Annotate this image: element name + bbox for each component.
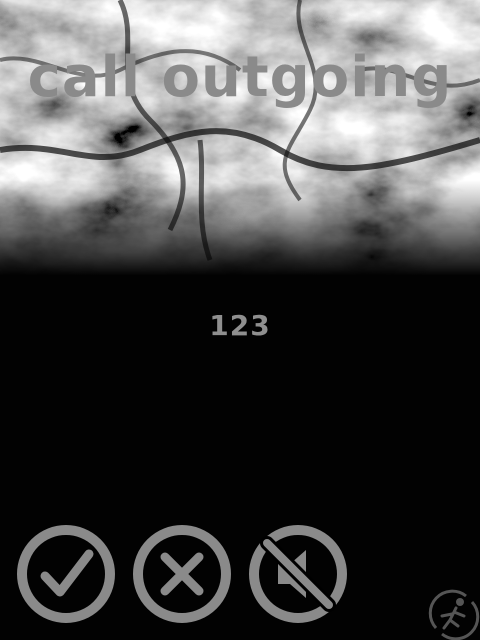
runner-logo-icon [428,589,480,640]
cross-icon [133,525,231,623]
mute-button[interactable] [248,524,348,624]
reject-button[interactable] [132,524,232,624]
call-status-title: call outgoing [27,45,453,110]
checkmark-icon [17,525,115,623]
runner-logo-button[interactable] [428,588,480,640]
call-screen: call outgoing 123 [0,0,480,640]
accept-button[interactable] [16,524,116,624]
speaker-muted-icon [249,525,347,623]
dialed-number: 123 [209,309,271,342]
